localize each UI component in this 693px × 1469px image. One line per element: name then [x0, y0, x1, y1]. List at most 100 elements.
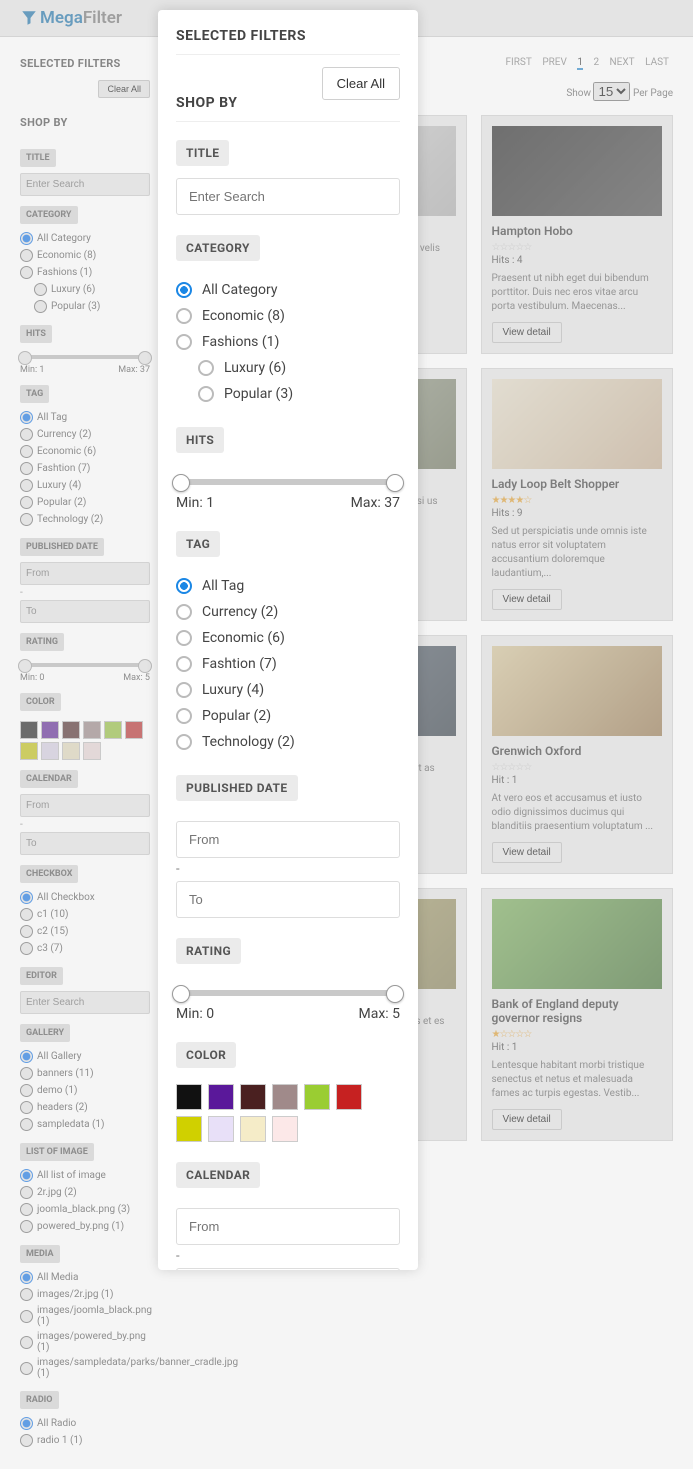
color-swatch[interactable]	[83, 721, 101, 739]
filter-option[interactable]: banners (11)	[20, 1065, 150, 1082]
radio-input[interactable]	[20, 908, 33, 921]
filter-option[interactable]: demo (1)	[20, 1082, 150, 1099]
color-swatch[interactable]	[176, 1116, 202, 1142]
cal-to-input[interactable]	[20, 832, 150, 855]
page-next[interactable]: NEXT	[610, 57, 635, 68]
radio-icon[interactable]	[176, 630, 192, 646]
radio-input[interactable]	[20, 1067, 33, 1080]
page-1[interactable]: 1	[577, 57, 583, 70]
radio-input[interactable]	[20, 1417, 33, 1430]
color-swatch[interactable]	[41, 721, 59, 739]
title-search-input[interactable]	[20, 173, 150, 196]
radio-input[interactable]	[20, 1362, 33, 1375]
filter-option[interactable]: Luxury (6)	[20, 281, 150, 298]
color-swatch[interactable]	[272, 1116, 298, 1142]
radio-input[interactable]	[20, 479, 33, 492]
filter-option[interactable]: Currency (2)	[176, 599, 400, 625]
radio-input[interactable]	[20, 496, 33, 509]
filter-option[interactable]: Technology (2)	[20, 511, 150, 528]
filter-option[interactable]: All Radio	[20, 1415, 150, 1432]
color-swatch[interactable]	[41, 742, 59, 760]
view-detail-button[interactable]: View detail	[492, 589, 562, 610]
color-swatch[interactable]	[20, 742, 38, 760]
radio-input[interactable]	[34, 283, 47, 296]
radio-icon[interactable]	[176, 282, 192, 298]
radio-icon[interactable]	[176, 334, 192, 350]
color-swatch[interactable]	[208, 1116, 234, 1142]
filter-option[interactable]: All Category	[176, 277, 400, 303]
filter-option[interactable]: 2r.jpg (2)	[20, 1184, 150, 1201]
radio-icon[interactable]	[176, 734, 192, 750]
radio-input[interactable]	[20, 1118, 33, 1131]
radio-input[interactable]	[20, 266, 33, 279]
radio-input[interactable]	[20, 1084, 33, 1097]
modal-pubdate-from[interactable]	[176, 821, 400, 858]
filter-option[interactable]: Fashions (1)	[20, 264, 150, 281]
filter-option[interactable]: Popular (2)	[176, 703, 400, 729]
radio-input[interactable]	[20, 942, 33, 955]
color-swatch[interactable]	[62, 721, 80, 739]
modal-cal-from[interactable]	[176, 1208, 400, 1245]
page-prev[interactable]: PREV	[542, 57, 567, 68]
per-page-control[interactable]: Show 15 Per Page	[566, 82, 673, 101]
filter-option[interactable]: headers (2)	[20, 1099, 150, 1116]
color-swatch[interactable]	[272, 1084, 298, 1110]
radio-input[interactable]	[20, 249, 33, 262]
modal-cal-to[interactable]	[176, 1268, 400, 1270]
radio-input[interactable]	[20, 411, 33, 424]
view-detail-button[interactable]: View detail	[492, 322, 562, 343]
color-swatch[interactable]	[104, 721, 122, 739]
filter-option[interactable]: All Category	[20, 230, 150, 247]
color-swatch[interactable]	[83, 742, 101, 760]
filter-option[interactable]: Luxury (4)	[20, 477, 150, 494]
radio-input[interactable]	[20, 891, 33, 904]
radio-input[interactable]	[20, 1186, 33, 1199]
radio-input[interactable]	[20, 925, 33, 938]
filter-option[interactable]: All Media	[20, 1269, 150, 1286]
filter-option[interactable]: All Checkbox	[20, 889, 150, 906]
filter-option[interactable]: Popular (3)	[20, 298, 150, 315]
radio-icon[interactable]	[176, 604, 192, 620]
radio-input[interactable]	[20, 1220, 33, 1233]
pubdate-to-input[interactable]	[20, 600, 150, 623]
radio-input[interactable]	[20, 1434, 33, 1447]
color-swatch[interactable]	[208, 1084, 234, 1110]
cal-from-input[interactable]	[20, 794, 150, 817]
filter-option[interactable]: Luxury (4)	[176, 677, 400, 703]
filter-option[interactable]: Fashtion (7)	[176, 651, 400, 677]
filter-option[interactable]: All list of image	[20, 1167, 150, 1184]
page-last[interactable]: LAST	[645, 57, 669, 68]
filter-option[interactable]: Popular (2)	[20, 494, 150, 511]
filter-option[interactable]: c1 (10)	[20, 906, 150, 923]
color-swatch[interactable]	[336, 1084, 362, 1110]
color-swatch[interactable]	[176, 1084, 202, 1110]
filter-option[interactable]: radio 1 (1)	[20, 1432, 150, 1449]
filter-option[interactable]: c2 (15)	[20, 923, 150, 940]
filter-option[interactable]: joomla_black.png (3)	[20, 1201, 150, 1218]
radio-icon[interactable]	[176, 578, 192, 594]
modal-clear-all-button[interactable]: Clear All	[322, 67, 400, 100]
filter-option[interactable]: Popular (3)	[176, 381, 400, 407]
filter-option[interactable]: Currency (2)	[20, 426, 150, 443]
radio-icon[interactable]	[176, 656, 192, 672]
radio-icon[interactable]	[176, 308, 192, 324]
radio-input[interactable]	[20, 1288, 33, 1301]
radio-input[interactable]	[20, 1271, 33, 1284]
radio-icon[interactable]	[198, 386, 214, 402]
filter-option[interactable]: images/2r.jpg (1)	[20, 1286, 150, 1303]
radio-input[interactable]	[20, 1203, 33, 1216]
filter-option[interactable]: images/sampledata/parks/banner_cradle.jp…	[20, 1355, 150, 1381]
radio-input[interactable]	[20, 428, 33, 441]
modal-title-input[interactable]	[176, 178, 400, 215]
filter-option[interactable]: images/joomla_black.png (1)	[20, 1303, 150, 1329]
radio-input[interactable]	[20, 1310, 33, 1323]
filter-option[interactable]: Fashions (1)	[176, 329, 400, 355]
filter-option[interactable]: sampledata (1)	[20, 1116, 150, 1133]
radio-input[interactable]	[20, 1169, 33, 1182]
editor-search-input[interactable]	[20, 991, 150, 1014]
color-swatch[interactable]	[240, 1116, 266, 1142]
color-swatch[interactable]	[20, 721, 38, 739]
color-swatch[interactable]	[240, 1084, 266, 1110]
page-2[interactable]: 2	[593, 57, 599, 68]
view-detail-button[interactable]: View detail	[492, 1109, 562, 1130]
